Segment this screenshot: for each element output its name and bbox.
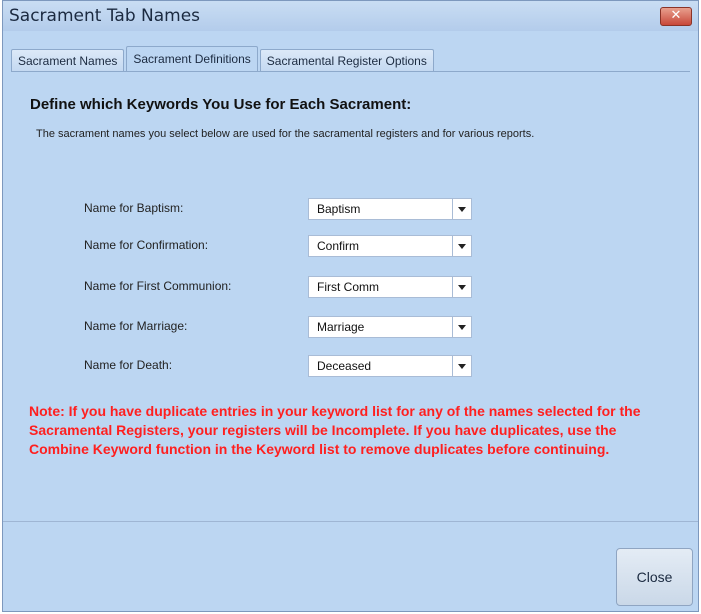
first-communion-select[interactable]: First Comm [308, 276, 472, 298]
close-icon: ✕ [670, 8, 682, 23]
tab-sacramental-register-options[interactable]: Sacramental Register Options [259, 49, 434, 71]
death-value: Deceased [317, 359, 372, 373]
tab-sacrament-definitions[interactable]: Sacrament Definitions [126, 46, 258, 71]
dialog-window: Sacrament Tab Names ✕ Sacrament Names Sa… [2, 0, 699, 612]
section-heading: Define which Keywords You Use for Each S… [30, 96, 412, 113]
first-communion-label: Name for First Communion: [84, 279, 232, 293]
tab-panel: Define which Keywords You Use for Each S… [11, 71, 690, 512]
window-close-button[interactable]: ✕ [660, 7, 692, 26]
baptism-label: Name for Baptism: [84, 201, 184, 215]
title-bar: Sacrament Tab Names ✕ [3, 1, 698, 31]
baptism-value: Baptism [317, 202, 361, 216]
death-select[interactable]: Deceased [308, 355, 472, 377]
first-communion-row: Name for First Communion: First Comm [11, 276, 690, 298]
window-title: Sacrament Tab Names [9, 6, 201, 26]
baptism-select[interactable]: Baptism [308, 198, 472, 220]
close-button[interactable]: Close [616, 548, 693, 606]
tab-sacrament-names[interactable]: Sacrament Names [11, 49, 125, 71]
marriage-label: Name for Marriage: [84, 319, 188, 333]
first-communion-value: First Comm [317, 280, 379, 294]
chevron-down-icon[interactable] [452, 236, 471, 256]
confirmation-value: Confirm [317, 239, 360, 253]
chevron-down-icon[interactable] [452, 317, 471, 337]
confirmation-row: Name for Confirmation: Confirm [11, 235, 690, 257]
chevron-down-icon[interactable] [452, 277, 471, 297]
dialog-footer: Close [3, 521, 698, 611]
marriage-value: Marriage [317, 320, 365, 334]
section-description: The sacrament names you select below are… [36, 128, 535, 140]
chevron-down-icon[interactable] [452, 199, 471, 219]
duplicate-warning-note: Note: If you have duplicate entries in y… [29, 403, 641, 457]
death-label: Name for Death: [84, 358, 173, 372]
confirmation-label: Name for Confirmation: [84, 238, 209, 252]
marriage-row: Name for Marriage: Marriage [11, 316, 690, 338]
death-row: Name for Death: Deceased [11, 355, 690, 377]
chevron-down-icon[interactable] [452, 356, 471, 376]
marriage-select[interactable]: Marriage [308, 316, 472, 338]
baptism-row: Name for Baptism: Baptism [11, 198, 690, 220]
confirmation-select[interactable]: Confirm [308, 235, 472, 257]
tab-strip: Sacrament Names Sacrament Definitions Sa… [11, 46, 436, 71]
